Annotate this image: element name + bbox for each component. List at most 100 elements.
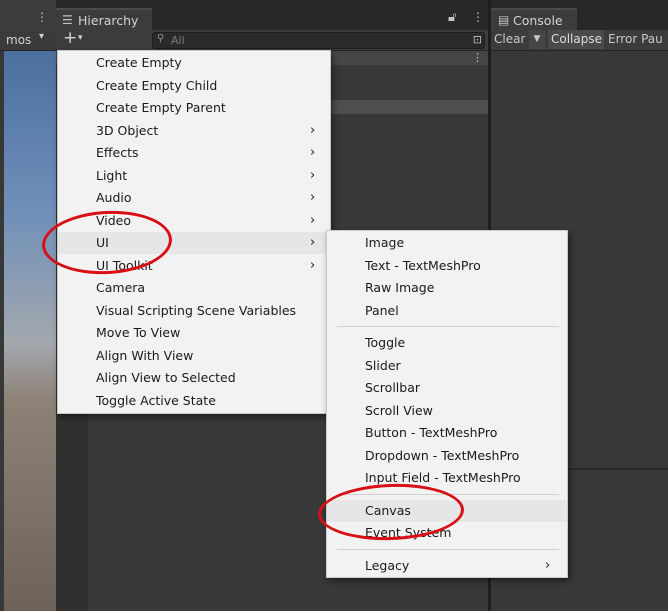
error-pause-button[interactable]: Error Pau [608, 30, 668, 49]
menu-item-create-empty-parent[interactable]: Create Empty Parent [58, 97, 330, 119]
submenu-item-event-system[interactable]: Event System [327, 522, 567, 544]
submenu-item-image[interactable]: Image [327, 232, 567, 254]
clear-options-dropdown[interactable]: ▼ [529, 30, 545, 49]
dropdown-caret-icon: ▾ [78, 33, 83, 43]
search-input[interactable] [171, 34, 451, 47]
tab-console[interactable]: ▤ Console [491, 8, 577, 32]
menu-item-3d-object[interactable]: 3D Object › [58, 120, 330, 142]
menu-item-visual-scripting-scene-variables[interactable]: Visual Scripting Scene Variables [58, 300, 330, 322]
menu-item-ui[interactable]: UI › [58, 232, 330, 254]
menu-item-label: Canvas [365, 502, 411, 518]
menu-item-label: Dropdown - TextMeshPro [365, 447, 520, 463]
menu-item-label: Slider [365, 357, 401, 373]
menu-item-label: UI Toolkit [96, 257, 153, 273]
clear-button[interactable]: Clear [494, 30, 525, 49]
tab-console-label: Console [513, 13, 563, 28]
submenu-item-text-textmeshpro[interactable]: Text - TextMeshPro [327, 255, 567, 277]
menu-separator [337, 493, 559, 495]
menu-item-label: Image [365, 235, 405, 250]
submenu-item-dropdown-textmeshpro[interactable]: Dropdown - TextMeshPro [327, 445, 567, 467]
chevron-right-icon: › [310, 212, 316, 228]
menu-item-label: Camera [96, 280, 146, 295]
menu-item-toggle-active-state[interactable]: Toggle Active State [58, 390, 330, 412]
menu-item-label: Create Empty Parent [96, 100, 226, 115]
menu-item-label: Toggle [365, 335, 406, 350]
console-detail-splitter[interactable] [566, 468, 668, 470]
chevron-right-icon: › [310, 257, 316, 273]
submenu-item-slider[interactable]: Slider [327, 355, 567, 377]
menu-item-label: Effects [96, 145, 139, 160]
scene-tab-bar: ⋮ [0, 0, 56, 31]
menu-item-label: Audio [96, 190, 132, 205]
ui-submenu: Image Text - TextMeshPro Raw Image Panel Tog… [326, 230, 568, 578]
menu-item-label: Event System [365, 525, 452, 540]
gizmos-button[interactable]: mos [6, 33, 31, 47]
menu-separator [337, 548, 559, 550]
kebab-menu-icon[interactable]: ⋮ [472, 10, 484, 24]
menu-item-label: Scrollbar [365, 380, 420, 395]
menu-item-label: Visual Scripting Scene Variables [96, 302, 297, 318]
plus-icon: + [63, 28, 78, 48]
menu-item-label: UI [96, 235, 109, 250]
chevron-right-icon: › [310, 235, 316, 250]
menu-item-label: Raw Image [365, 280, 435, 295]
menu-item-align-with-view[interactable]: Align With View [58, 345, 330, 367]
hierarchy-list-icon: ☰ [62, 13, 73, 27]
submenu-item-canvas[interactable]: Canvas [327, 499, 567, 522]
search-filter-icon[interactable]: ⊡ [473, 33, 482, 46]
submenu-item-panel[interactable]: Panel [327, 300, 567, 322]
unity-editor-window: ⋮ mos ▾ ☰ Hierarchy 🔓︎ ⋮ + ▾ ⚲ ⊡ ⋮ ▤ Con… [0, 0, 668, 613]
menu-item-create-empty[interactable]: Create Empty [58, 52, 330, 74]
menu-item-label: Legacy [365, 557, 410, 573]
menu-item-camera[interactable]: Camera [58, 277, 330, 299]
console-toolbar: Clear ▼ Collapse Error Pau [491, 30, 668, 51]
chevron-right-icon: › [310, 167, 316, 183]
menu-item-create-empty-child[interactable]: Create Empty Child [58, 75, 330, 97]
lock-icon[interactable]: 🔓︎ [448, 10, 456, 25]
scene-viewport[interactable] [4, 51, 56, 613]
submenu-item-toggle[interactable]: Toggle [327, 332, 567, 354]
chevron-right-icon: › [310, 145, 316, 160]
dropdown-caret-icon[interactable]: ▾ [39, 31, 44, 42]
hierarchy-toolbar: + ▾ ⚲ ⊡ [56, 28, 488, 51]
menu-item-label: Light [96, 167, 128, 183]
add-object-button[interactable]: + ▾ [60, 28, 88, 48]
submenu-item-scroll-view[interactable]: Scroll View [327, 400, 567, 422]
menu-separator [337, 326, 559, 327]
menu-item-label: Align View to Selected [96, 370, 236, 385]
menu-item-label: Input Field - TextMeshPro [365, 470, 521, 485]
submenu-item-input-field-textmeshpro[interactable]: Input Field - TextMeshPro [327, 467, 567, 489]
menu-item-align-view-to-selected[interactable]: Align View to Selected [58, 367, 330, 389]
submenu-item-scrollbar[interactable]: Scrollbar [327, 377, 567, 399]
menu-item-label: Panel [365, 302, 399, 318]
submenu-item-raw-image[interactable]: Raw Image [327, 277, 567, 299]
chevron-right-icon: › [545, 557, 551, 573]
collapse-button[interactable]: Collapse [548, 30, 604, 49]
menu-item-label: Align With View [96, 347, 194, 363]
menu-item-label: Text - TextMeshPro [365, 257, 481, 273]
menu-item-ui-toolkit[interactable]: UI Toolkit › [58, 255, 330, 277]
menu-item-label: Move To View [96, 325, 181, 340]
menu-item-video[interactable]: Video › [58, 210, 330, 232]
menu-item-label: Button - TextMeshPro [365, 425, 498, 440]
menu-item-audio[interactable]: Audio › [58, 187, 330, 209]
menu-item-label: Toggle Active State [96, 392, 216, 408]
menu-item-label: Create Empty [96, 55, 182, 70]
menu-item-label: Scroll View [365, 402, 433, 418]
hierarchy-search[interactable]: ⚲ ⊡ [152, 32, 485, 49]
console-icon: ▤ [498, 13, 510, 27]
menu-item-effects[interactable]: Effects › [58, 142, 330, 164]
create-context-menu: Create Empty Create Empty Child Create Emp… [57, 50, 331, 414]
kebab-menu-icon[interactable]: ⋮ [36, 10, 48, 24]
tab-hierarchy-label: Hierarchy [78, 13, 139, 28]
submenu-item-button-textmeshpro[interactable]: Button - TextMeshPro [327, 422, 567, 444]
kebab-menu-icon[interactable]: ⋮ [472, 51, 483, 64]
search-icon: ⚲ [157, 33, 165, 44]
menu-item-label: Video [96, 212, 132, 228]
scene-toolbar: mos ▾ [0, 30, 56, 51]
menu-item-label: Create Empty Child [96, 77, 218, 93]
menu-item-light[interactable]: Light › [58, 165, 330, 187]
menu-item-move-to-view[interactable]: Move To View [58, 322, 330, 344]
chevron-right-icon: › [310, 122, 316, 138]
submenu-item-legacy[interactable]: Legacy › [327, 555, 567, 577]
